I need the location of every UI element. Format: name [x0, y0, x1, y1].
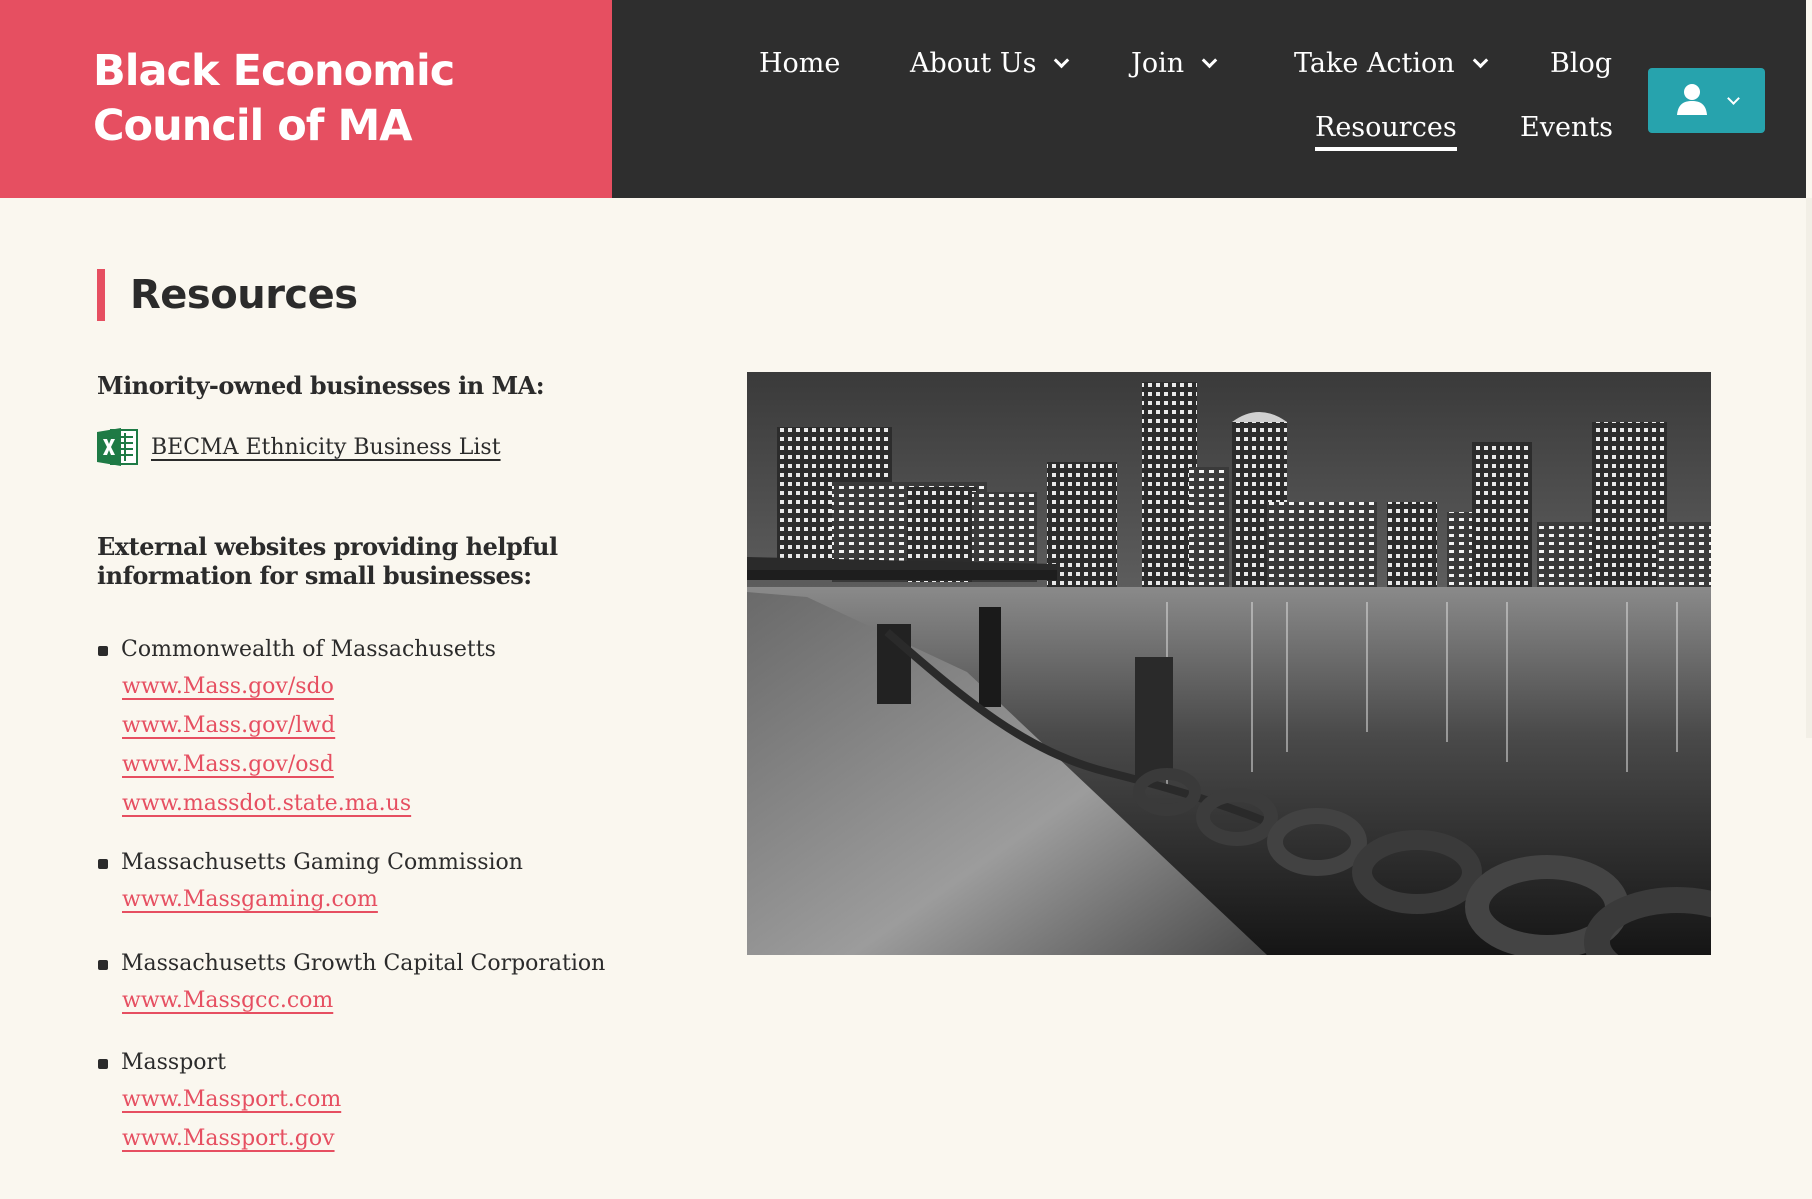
resource-name: Commonwealth of Massachusetts — [97, 633, 697, 667]
nav-take-action-label: Take Action — [1294, 48, 1455, 79]
site-header: Black Economic Council of MA Home About … — [0, 0, 1806, 198]
excel-file-icon — [97, 428, 138, 466]
resource-link[interactable]: www.Massgcc.com — [122, 981, 333, 1020]
excel-download-link[interactable]: BECMA Ethnicity Business List — [97, 427, 501, 467]
chevron-down-icon — [1472, 52, 1488, 69]
nav-join-label: Join — [1131, 48, 1185, 79]
site-logo-text[interactable]: Black Economic Council of MA — [93, 44, 573, 154]
nav-events-label: Events — [1520, 112, 1614, 143]
nav-resources[interactable]: Resources — [1315, 111, 1457, 151]
scrollbar-track[interactable] — [1806, 198, 1812, 738]
nav-take-action[interactable]: Take Action — [1294, 47, 1488, 81]
chevron-down-icon — [1054, 52, 1070, 69]
nav-resources-label: Resources — [1315, 112, 1457, 143]
list-item: Commonwealth of Massachusetts www.Mass.g… — [97, 633, 697, 823]
becma-ethnicity-list-link[interactable]: BECMA Ethnicity Business List — [151, 435, 501, 460]
nav-events[interactable]: Events — [1520, 111, 1613, 145]
user-icon — [1677, 84, 1707, 115]
chevron-down-icon — [1727, 92, 1740, 105]
resource-link[interactable]: www.Massport.gov — [122, 1119, 335, 1158]
nav-about-us-label: About Us — [910, 48, 1037, 79]
list-item: Massport www.Massport.com www.Massport.g… — [97, 1046, 697, 1158]
nav-home-label: Home — [759, 48, 841, 79]
resource-link[interactable]: www.Mass.gov/osd — [122, 745, 334, 784]
resource-link[interactable]: www.Mass.gov/lwd — [122, 706, 335, 745]
brand-block[interactable]: Black Economic Council of MA — [0, 0, 612, 198]
nav-home[interactable]: Home — [759, 47, 840, 81]
user-menu-button[interactable] — [1648, 68, 1765, 133]
nav-join[interactable]: Join — [1131, 47, 1218, 81]
chevron-down-icon — [1201, 52, 1218, 69]
resource-link[interactable]: www.Massgaming.com — [122, 880, 378, 919]
nav-about-us[interactable]: About Us — [910, 47, 1070, 81]
nav-blog[interactable]: Blog — [1550, 47, 1612, 81]
resource-link[interactable]: www.massdot.state.ma.us — [122, 784, 411, 823]
minority-businesses-heading: Minority-owned businesses in MA: — [97, 371, 545, 400]
resource-link[interactable]: www.Mass.gov/sdo — [122, 667, 334, 706]
external-websites-heading: External websites providing helpful info… — [97, 532, 558, 590]
resource-name: Massachusetts Growth Capital Corporation — [97, 947, 697, 981]
list-item: Massachusetts Gaming Commission www.Mass… — [97, 846, 697, 919]
nav-blog-label: Blog — [1550, 48, 1613, 79]
page-title-block: Resources — [97, 269, 358, 321]
city-skyline-photo — [747, 372, 1711, 955]
resource-name: Massport — [97, 1046, 697, 1080]
page-title: Resources — [130, 272, 358, 318]
resource-link[interactable]: www.Massport.com — [122, 1080, 341, 1119]
list-item: Massachusetts Growth Capital Corporation… — [97, 947, 697, 1020]
resource-name: Massachusetts Gaming Commission — [97, 846, 697, 880]
